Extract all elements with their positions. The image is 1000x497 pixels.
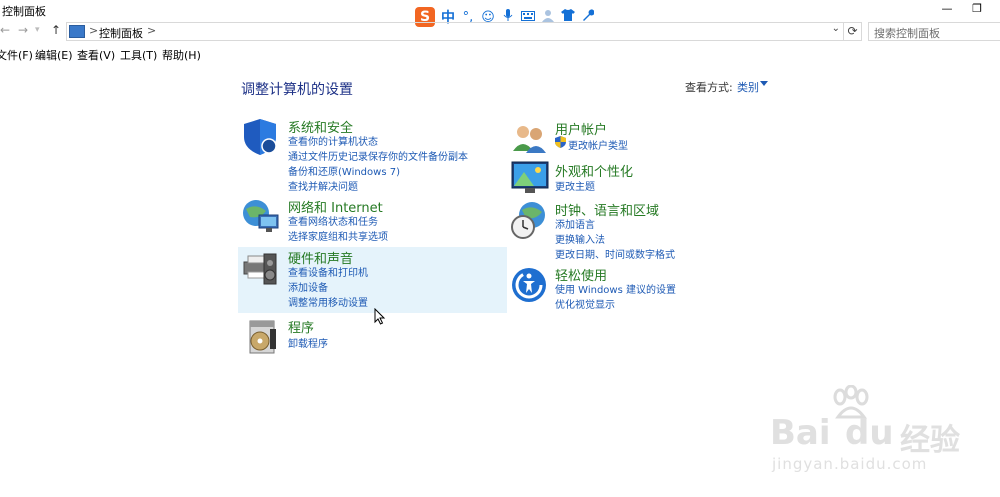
watermark-brand-2: du <box>845 413 894 453</box>
link-troubleshoot[interactable]: 查找并解决问题 <box>288 178 358 193</box>
watermark-url: jingyan.baidu.com <box>772 455 928 473</box>
minimize-button[interactable]: — <box>936 1 958 17</box>
shield-icon[interactable] <box>242 117 282 157</box>
watermark-suffix: 经验 <box>900 423 960 458</box>
programs-disc-icon[interactable] <box>242 317 282 357</box>
view-by-arrow-icon[interactable] <box>760 81 768 86</box>
mouse-pointer-icon <box>374 308 386 325</box>
printer-speaker-icon[interactable] <box>242 248 282 288</box>
link-uninstall-program[interactable]: 卸载程序 <box>288 335 328 350</box>
menu-help[interactable]: 帮助(H) <box>162 47 201 63</box>
breadcrumb-control-panel[interactable]: 控制面板 <box>99 25 143 41</box>
window-title: 控制面板 <box>2 5 46 18</box>
link-optimize-display[interactable]: 优化视觉显示 <box>555 296 615 311</box>
recent-dropdown-icon[interactable]: ▾ <box>35 25 40 35</box>
menu-bar: 文件(F) 编辑(E) 查看(V) 工具(T) 帮助(H) <box>0 44 1000 62</box>
breadcrumb-separator-2[interactable]: > <box>147 24 156 37</box>
link-mobility-settings[interactable]: 调整常用移动设置 <box>288 294 368 309</box>
link-file-history[interactable]: 通过文件历史记录保存你的文件备份副本 <box>288 148 468 163</box>
clock-globe-icon[interactable] <box>510 200 550 240</box>
search-placeholder: 搜索控制面板 <box>874 27 940 40</box>
view-by-dropdown[interactable]: 类别 <box>737 79 759 95</box>
forward-arrow-icon[interactable]: → <box>18 23 28 37</box>
menu-edit[interactable]: 编辑(E) <box>35 47 73 63</box>
restore-button[interactable]: ❐ <box>966 1 988 17</box>
link-network-status[interactable]: 查看网络状态和任务 <box>288 213 378 228</box>
appearance-monitor-icon[interactable] <box>510 158 550 198</box>
ease-of-access-icon[interactable] <box>510 265 550 305</box>
network-globe-icon[interactable] <box>242 197 282 237</box>
refresh-button[interactable]: ⟳ <box>843 22 862 41</box>
breadcrumb-separator[interactable]: > <box>89 24 98 37</box>
menu-view[interactable]: 查看(V) <box>77 47 115 63</box>
category-title-programs[interactable]: 程序 <box>288 317 314 336</box>
link-view-computer-status[interactable]: 查看你的计算机状态 <box>288 133 378 148</box>
address-dropdown-icon[interactable]: ⌄ <box>832 23 840 34</box>
watermark-brand: Bai <box>770 413 831 453</box>
back-arrow-icon[interactable]: ← <box>0 23 10 37</box>
link-add-device[interactable]: 添加设备 <box>288 279 328 294</box>
link-homegroup[interactable]: 选择家庭组和共享选项 <box>288 228 388 243</box>
link-backup-restore[interactable]: 备份和还原(Windows 7) <box>288 163 400 178</box>
address-bar: ← → ▾ ↑ > 控制面板 > ⌄ ⟳ 搜索控制面板 <box>0 20 1000 42</box>
menu-file[interactable]: 文件(F) <box>0 47 33 63</box>
link-add-language[interactable]: 添加语言 <box>555 216 595 231</box>
link-change-date-format[interactable]: 更改日期、时间或数字格式 <box>555 246 675 261</box>
uac-shield-icon <box>555 136 566 148</box>
link-change-input-method[interactable]: 更换输入法 <box>555 231 605 246</box>
users-icon[interactable] <box>510 119 550 159</box>
control-panel-icon <box>69 25 85 38</box>
address-field[interactable]: > 控制面板 > ⌄ <box>66 22 844 41</box>
link-devices-printers[interactable]: 查看设备和打印机 <box>288 264 368 279</box>
link-change-account-type[interactable]: 更改帐户类型 <box>568 137 628 152</box>
link-change-theme[interactable]: 更改主题 <box>555 178 595 193</box>
page-title: 调整计算机的设置 <box>241 82 353 98</box>
search-input[interactable]: 搜索控制面板 <box>868 22 1000 41</box>
baidu-jingyan-watermark: Bai du 经验 jingyan.baidu.com <box>770 385 990 480</box>
link-recommended-settings[interactable]: 使用 Windows 建议的设置 <box>555 281 676 296</box>
menu-tools[interactable]: 工具(T) <box>120 47 157 63</box>
view-by-label: 查看方式: <box>685 81 733 94</box>
up-arrow-icon[interactable]: ↑ <box>51 23 61 37</box>
